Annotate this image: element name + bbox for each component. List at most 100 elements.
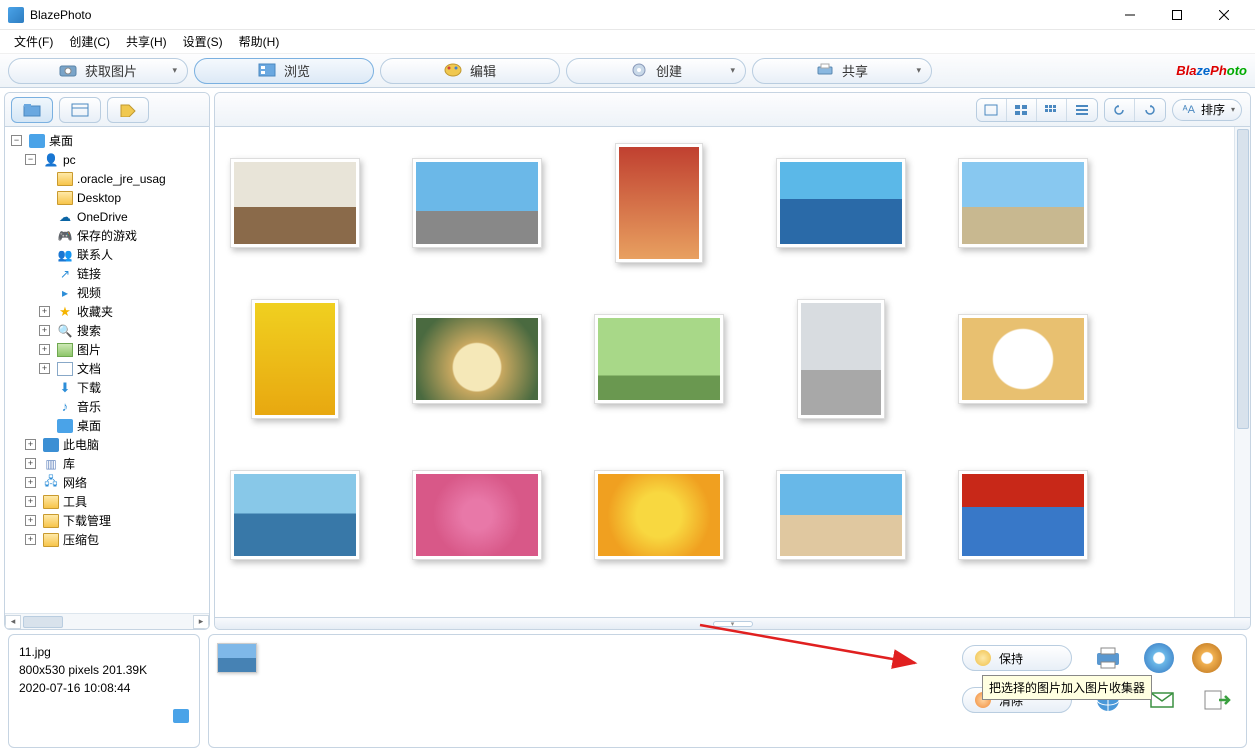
scroll-right-icon[interactable]: ▸ <box>193 615 209 629</box>
sort-button[interactable]: ᴬA 排序 ▾ <box>1172 99 1242 121</box>
library-icon: ▥ <box>43 457 59 471</box>
tree-network[interactable]: +🖧网络 <box>7 473 207 492</box>
acquire-button[interactable]: 获取图片 ▾ <box>8 58 188 84</box>
info-datetime: 2020-07-16 10:08:44 <box>19 681 189 695</box>
user-icon: 👤 <box>43 153 59 167</box>
tree-onedrive[interactable]: ☁OneDrive <box>7 207 207 226</box>
camera-icon <box>59 63 77 79</box>
info-dimensions: 800x530 pixels 201.39K <box>19 663 189 677</box>
main-toolbar: 获取图片 ▾ 浏览 编辑 创建 ▾ 共享 ▾ BlazePhoto <box>0 54 1255 88</box>
tree-downloads[interactable]: ⬇下载 <box>7 378 207 397</box>
photo-thumb[interactable] <box>227 143 363 263</box>
tree-pc[interactable]: −👤pc <box>7 150 207 169</box>
photo-thumb[interactable] <box>955 455 1091 575</box>
tree-links[interactable]: ↗链接 <box>7 264 207 283</box>
photo-thumb[interactable] <box>773 455 909 575</box>
burn-cd-icon[interactable] <box>1144 643 1174 673</box>
view-large-button[interactable] <box>1007 99 1037 121</box>
scroll-thumb[interactable] <box>23 616 63 628</box>
menu-share[interactable]: 共享(H) <box>118 31 175 52</box>
create-label: 创建 <box>656 61 682 80</box>
tree-music[interactable]: ♪音乐 <box>7 397 207 416</box>
photo-thumb[interactable] <box>591 299 727 419</box>
maximize-button[interactable] <box>1154 0 1200 30</box>
photo-thumb[interactable] <box>955 299 1091 419</box>
scroll-thumb[interactable] <box>1237 129 1249 429</box>
chevron-down-icon: ▾ <box>916 65 921 76</box>
photo-thumb[interactable] <box>955 143 1091 263</box>
tree-archive[interactable]: +压缩包 <box>7 530 207 549</box>
burn-dvd-icon[interactable] <box>1192 643 1222 673</box>
tree-desk-folder[interactable]: Desktop <box>7 188 207 207</box>
tree-tools[interactable]: +工具 <box>7 492 207 511</box>
folder-tree[interactable]: −桌面 −👤pc .oracle_jre_usag Desktop ☁OneDr… <box>5 127 209 613</box>
browse-label: 浏览 <box>284 61 310 80</box>
titlebar: BlazePhoto <box>0 0 1255 30</box>
sort-label: 排序 <box>1201 101 1225 118</box>
keep-button[interactable]: 保持 <box>962 645 1072 671</box>
tab-folders[interactable] <box>11 97 53 123</box>
rotate-right-button[interactable] <box>1135 99 1165 121</box>
photo-thumb[interactable] <box>591 455 727 575</box>
lock-icon <box>975 650 991 666</box>
minimize-button[interactable] <box>1107 0 1153 30</box>
close-button[interactable] <box>1201 0 1247 30</box>
tree-desk2[interactable]: 桌面 <box>7 416 207 435</box>
menu-help[interactable]: 帮助(H) <box>231 31 288 52</box>
app-icon <box>8 7 24 23</box>
left-tabs <box>5 93 209 127</box>
tray-thumbnail[interactable] <box>217 643 257 673</box>
edit-button[interactable]: 编辑 <box>380 58 560 84</box>
tree-libs[interactable]: +▥库 <box>7 454 207 473</box>
photo-thumb[interactable] <box>227 455 363 575</box>
collapse-handle[interactable]: ▾ <box>215 617 1250 629</box>
share-button[interactable]: 共享 ▾ <box>752 58 932 84</box>
view-mode-group <box>976 98 1098 122</box>
menu-create[interactable]: 创建(C) <box>61 31 118 52</box>
tab-calendar[interactable] <box>59 97 101 123</box>
music-icon: ♪ <box>57 400 73 414</box>
tree-thispc[interactable]: +此电脑 <box>7 435 207 454</box>
tab-tags[interactable] <box>107 97 149 123</box>
tree-documents[interactable]: +文档 <box>7 359 207 378</box>
computer-icon <box>43 438 59 452</box>
rotate-left-button[interactable] <box>1105 99 1135 121</box>
tree-desktop[interactable]: −桌面 <box>7 131 207 150</box>
browse-button[interactable]: 浏览 <box>194 58 374 84</box>
print-icon[interactable] <box>1090 643 1126 673</box>
menu-file[interactable]: 文件(F) <box>6 31 61 52</box>
disc-icon <box>630 63 648 79</box>
photo-thumb[interactable] <box>227 299 363 419</box>
photo-thumb[interactable] <box>409 299 545 419</box>
tree-dlmgr[interactable]: +下载管理 <box>7 511 207 530</box>
tree-hscroll[interactable]: ◂ ▸ <box>5 613 209 629</box>
view-single-button[interactable] <box>977 99 1007 121</box>
tree-pictures[interactable]: +图片 <box>7 340 207 359</box>
photo-thumb[interactable] <box>773 299 909 419</box>
create-button[interactable]: 创建 ▾ <box>566 58 746 84</box>
menu-settings[interactable]: 设置(S) <box>175 31 231 52</box>
view-list-button[interactable] <box>1067 99 1097 121</box>
export-icon[interactable] <box>1198 685 1234 715</box>
thumbnail-grid[interactable] <box>215 127 1234 617</box>
view-small-button[interactable] <box>1037 99 1067 121</box>
chevron-down-icon: ▾ <box>1231 105 1235 114</box>
photo-thumb[interactable] <box>409 455 545 575</box>
photo-thumb[interactable] <box>773 143 909 263</box>
photo-thumb[interactable] <box>591 143 727 263</box>
tree-favorites[interactable]: +★收藏夹 <box>7 302 207 321</box>
tree-oracle[interactable]: .oracle_jre_usag <box>7 169 207 188</box>
scroll-left-icon[interactable]: ◂ <box>5 615 21 629</box>
edit-info-icon[interactable] <box>173 709 189 723</box>
share-label: 共享 <box>842 61 868 80</box>
tree-videos[interactable]: ▸视频 <box>7 283 207 302</box>
tree-search[interactable]: +🔍搜索 <box>7 321 207 340</box>
info-filename: 11.jpg <box>19 645 189 659</box>
thumb-vscroll[interactable] <box>1234 127 1250 617</box>
tree-savedgames[interactable]: 🎮保存的游戏 <box>7 226 207 245</box>
collector-tray[interactable]: 保持 把选择的图片加入图片收集器 清除 <box>208 634 1247 748</box>
cloud-icon: ☁ <box>57 210 73 224</box>
tree-contacts[interactable]: 👥联系人 <box>7 245 207 264</box>
photo-thumb[interactable] <box>409 143 545 263</box>
download-icon: ⬇ <box>57 381 73 395</box>
